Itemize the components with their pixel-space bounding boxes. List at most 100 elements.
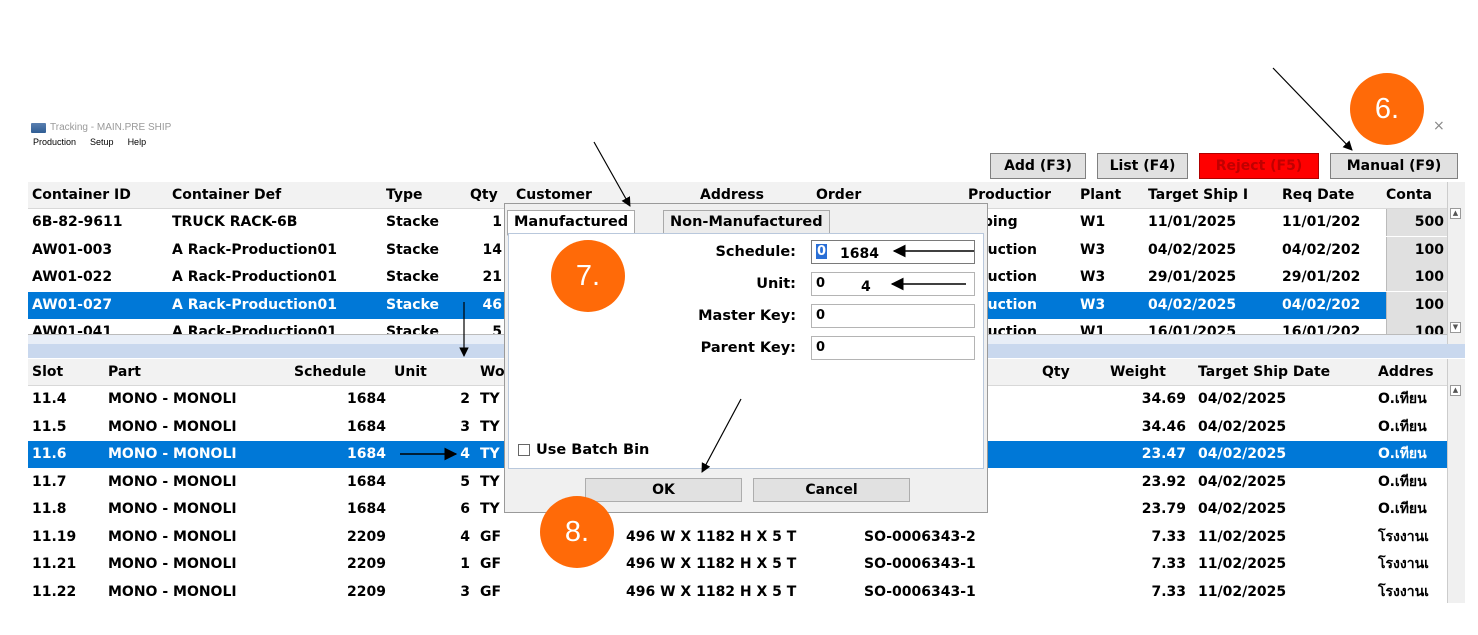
parts-cell: 04/02/2025	[1198, 501, 1287, 517]
schedule-value: 0	[816, 244, 828, 259]
containers-cell: TRUCK RACK-6B	[172, 214, 298, 230]
parts-cell: 1684	[347, 501, 386, 517]
schedule-label: Schedule:	[715, 244, 796, 260]
parts-cell: SO-0006343-1	[864, 583, 976, 600]
ok-button[interactable]: OK	[585, 478, 742, 502]
containers-cell: 5	[492, 324, 502, 334]
containers-column-header[interactable]: Plant	[1076, 182, 1144, 209]
parts-table-row[interactable]: 11.21 MONO - MONOLI 2209 1 GF 496 W X 1182 H …	[28, 551, 1448, 578]
containers-column-header[interactable]: Conta	[1382, 182, 1448, 209]
containers-column-header[interactable]: Container ID	[28, 182, 164, 209]
parts-column-header[interactable]: Weight	[1106, 359, 1190, 386]
containers-column-header[interactable]: Container Def	[168, 182, 382, 209]
parts-cell: โรงงานเ	[1378, 528, 1429, 545]
containers-cell: 16/01/2025	[1148, 324, 1237, 334]
parts-column-header[interactable]: Schedule	[290, 359, 390, 386]
parts-cell: โรงงานเ	[1378, 556, 1429, 572]
parts-cell: 23.47	[1141, 446, 1186, 462]
add-button[interactable]: Add (F3)	[990, 153, 1086, 179]
parts-cell: 11.7	[32, 473, 67, 490]
parts-column-header[interactable]: Addres	[1374, 359, 1448, 386]
parts-cell: MONO - MONOLI	[108, 446, 237, 462]
containers-cell: Stacke	[386, 214, 439, 230]
manual-button[interactable]: Manual (F9)	[1330, 153, 1458, 179]
unit-input[interactable]: 0	[811, 272, 975, 296]
containers-cell: Stacke	[386, 269, 439, 285]
parts-cell: SO-0006343-2	[864, 528, 976, 545]
menu-setup[interactable]: Setup	[90, 137, 114, 147]
scroll-down-arrow-icon[interactable]: ▼	[1450, 322, 1461, 333]
use-batch-bin-checkbox[interactable]: Use Batch Bin	[518, 442, 649, 458]
containers-cell: 29/01/202	[1282, 269, 1361, 285]
containers-cell: 500	[1386, 209, 1448, 236]
parts-column-header[interactable]: Qty	[1038, 359, 1106, 386]
step-6-badge: 6.	[1350, 73, 1424, 145]
parts-cell: 23.79	[1141, 501, 1186, 517]
parts-cell: 11.4	[32, 391, 67, 407]
containers-cell: 04/02/202	[1282, 241, 1361, 258]
containers-column-header[interactable]: Qty	[466, 182, 506, 209]
parts-vertical-scrollbar[interactable]: ▲	[1447, 359, 1465, 603]
master-key-input[interactable]: 0	[811, 304, 975, 328]
parts-cell: 4	[460, 528, 470, 545]
parts-cell: 34.46	[1141, 418, 1186, 435]
parts-cell: O.เทียน	[1378, 473, 1427, 490]
parts-table-row[interactable]: 11.22 MONO - MONOLI 2209 3 GF 496 W X 1182 H …	[28, 579, 1448, 604]
close-button[interactable]: ×	[1433, 118, 1445, 134]
containers-cell: 14	[482, 241, 502, 258]
menu-production[interactable]: Production	[33, 137, 76, 147]
master-key-value: 0	[816, 308, 826, 323]
parts-cell: 6	[460, 501, 470, 517]
containers-column-header[interactable]: Req Date	[1278, 182, 1382, 209]
parts-cell: 2209	[347, 556, 386, 572]
app-icon	[31, 122, 46, 133]
parts-cell: 11.19	[32, 528, 77, 545]
parts-column-header[interactable]: Slot	[28, 359, 102, 386]
schedule-input[interactable]: 0	[811, 240, 975, 264]
parent-key-input[interactable]: 0	[811, 336, 975, 360]
cancel-button[interactable]: Cancel	[753, 478, 910, 502]
containers-column-header[interactable]: Target Ship I	[1144, 182, 1278, 209]
tab-non-manufactured[interactable]: Non-Manufactured	[663, 210, 830, 234]
menu-help[interactable]: Help	[128, 137, 147, 147]
unit-label: Unit:	[756, 276, 796, 292]
parts-cell: 2209	[347, 583, 386, 600]
scroll-up-arrow-icon[interactable]: ▲	[1450, 208, 1461, 219]
scroll-up-arrow-icon[interactable]: ▲	[1450, 385, 1461, 396]
parts-cell: GF	[480, 583, 502, 600]
containers-cell: AW01-003	[32, 241, 113, 258]
menu-bar: Production Setup Help	[33, 137, 146, 147]
parts-cell: 11.8	[32, 501, 67, 517]
parts-column-header[interactable]: Part	[104, 359, 290, 386]
annotation-schedule-value: 1684	[840, 246, 879, 262]
parts-cell: SO-0006343-1	[864, 556, 976, 572]
parts-cell: MONO - MONOLI	[108, 501, 237, 517]
annotation-unit-value: 4	[861, 279, 871, 295]
containers-vertical-scrollbar[interactable]: ▲ ▼	[1447, 182, 1465, 344]
arrow-to-manual-icon	[1272, 67, 1353, 151]
parts-column-header[interactable]: Unit	[390, 359, 474, 386]
containers-cell: Stacke	[386, 296, 439, 313]
containers-column-header[interactable]: Type	[382, 182, 466, 209]
parts-cell: 7.33	[1151, 528, 1186, 545]
containers-cell: A Rack-Production01	[172, 324, 337, 334]
parts-table-row[interactable]: 11.19 MONO - MONOLI 2209 4 GF 496 W X 1182 H …	[28, 524, 1448, 551]
parts-cell: MONO - MONOLI	[108, 418, 237, 435]
parts-cell: O.เทียน	[1378, 446, 1427, 462]
checkbox-box[interactable]	[518, 444, 530, 456]
parts-cell: 3	[460, 583, 470, 600]
parts-cell: 1684	[347, 391, 386, 407]
containers-cell: Stacke	[386, 241, 439, 258]
parts-cell: MONO - MONOLI	[108, 556, 237, 572]
parts-cell: 34.69	[1141, 391, 1186, 407]
parts-cell: 11.21	[32, 556, 77, 572]
parts-cell: MONO - MONOLI	[108, 391, 237, 407]
containers-cell: 1	[492, 214, 502, 230]
reject-button[interactable]: Reject (F5)	[1199, 153, 1319, 179]
parts-cell: 2	[460, 391, 470, 407]
parts-column-header[interactable]: Target Ship Date	[1194, 359, 1372, 386]
list-button[interactable]: List (F4)	[1097, 153, 1188, 179]
parts-cell: O.เทียน	[1378, 418, 1427, 435]
parts-cell: 11/02/2025	[1198, 528, 1287, 545]
containers-cell: 04/02/2025	[1148, 241, 1237, 258]
